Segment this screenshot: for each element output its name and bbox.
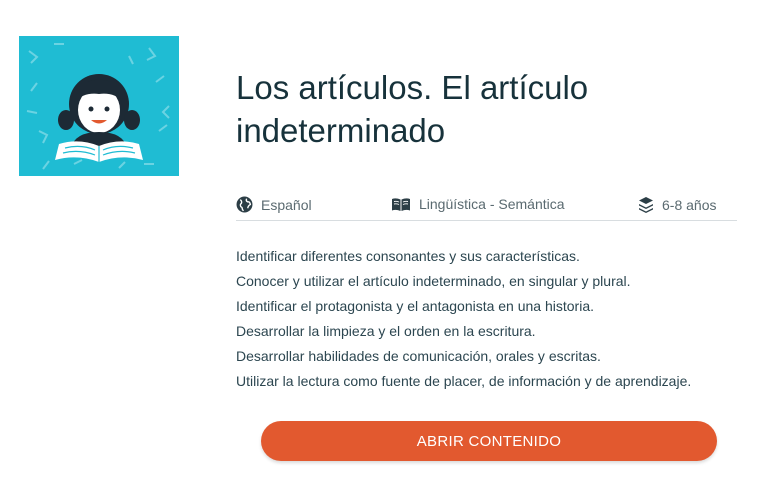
open-content-button[interactable]: ABRIR CONTENIDO: [261, 421, 717, 461]
book-icon: [392, 197, 410, 211]
list-item: Desarrollar habilidades de comunicación,…: [236, 348, 601, 364]
page-title: Los artículos. El artículo indeterminado: [236, 69, 589, 149]
list-item: Conocer y utilizar el artículo indetermi…: [236, 273, 631, 289]
content-thumbnail: [19, 36, 179, 176]
language-meta: Español: [236, 196, 312, 213]
girl-reading-illustration: [26, 43, 170, 170]
age-meta: 6-8 años: [638, 196, 716, 213]
list-item: Desarrollar la limpieza y el orden en la…: [236, 323, 536, 339]
list-item: Identificar diferentes consonantes y sus…: [236, 248, 580, 264]
language-label: Español: [261, 196, 312, 213]
globe-icon: [236, 196, 253, 213]
content-metadata: Español Lingüística - Semántica 6-8 años: [236, 192, 737, 221]
list-item: Utilizar la lectura como fuente de place…: [236, 373, 692, 389]
age-label: 6-8 años: [662, 196, 717, 213]
layers-icon: [639, 197, 653, 213]
subject-meta: Lingüística - Semántica: [391, 196, 565, 212]
subject-label: Lingüística - Semántica: [419, 196, 565, 212]
list-item: Identificar el protagonista y el antagon…: [236, 298, 595, 314]
objectives-list: Identificar diferentes consonantes y sus…: [236, 244, 691, 394]
